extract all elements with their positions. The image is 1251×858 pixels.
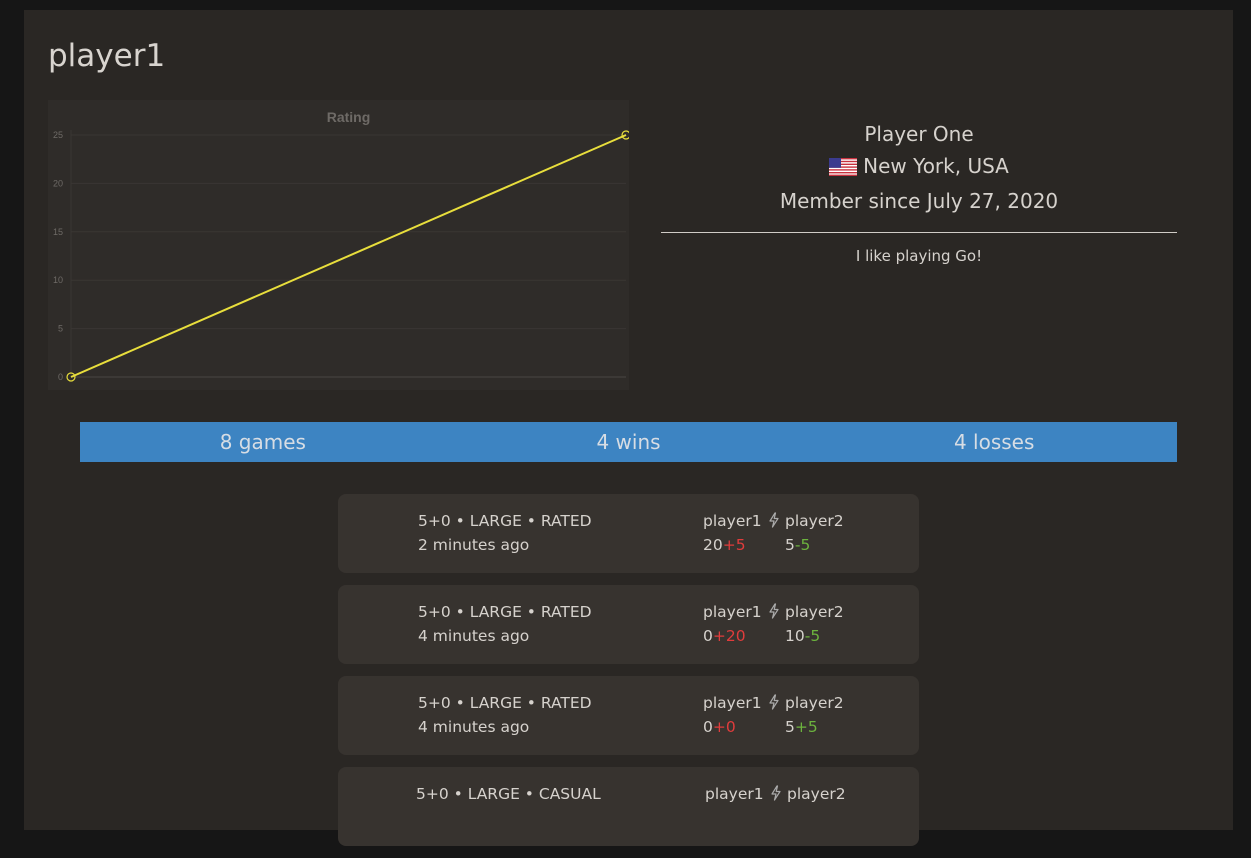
us-flag-icon [829, 153, 858, 185]
member-since: Member since July 27, 2020 [779, 189, 1059, 213]
stats-bar: 8 games 4 wins 4 losses [80, 422, 1177, 462]
game-settings: 5+0 • LARGE • RATED [418, 694, 592, 712]
player-two-rating: 5+5 [785, 715, 818, 739]
rating-delta: -5 [794, 536, 811, 554]
page-title: player1 [48, 38, 166, 74]
player-two-rating: 5-5 [785, 533, 810, 557]
lightning-bolt-icon [763, 691, 785, 715]
series-line [70, 134, 627, 378]
profile-info: Player One New York, USA Member since Ju… [661, 118, 1177, 265]
game-card[interactable]: 5+0 • LARGE • CASUAL player1 player2 [338, 767, 919, 846]
lightning-bolt-icon [765, 782, 787, 806]
rating-value: 5 [785, 536, 795, 554]
games-count: 8 games [219, 430, 306, 454]
player-one-rating: 0+0 [703, 715, 763, 739]
y-tick-label: 15 [53, 227, 63, 237]
game-settings: 5+0 • LARGE • RATED [418, 603, 592, 621]
rating-chart-svg: Rating 0 5 10 15 20 25 [53, 109, 629, 382]
rating-delta: +5 [722, 536, 746, 554]
game-settings: 5+0 • LARGE • RATED [418, 512, 592, 530]
game-meta: 5+0 • LARGE • CASUAL [416, 782, 601, 806]
location: New York, USA [661, 150, 1177, 185]
y-tick-label: 10 [53, 275, 63, 285]
game-time: 4 minutes ago [418, 718, 530, 736]
player-two-name: player2 [785, 603, 844, 621]
player-two-name: player2 [787, 785, 846, 803]
game-card[interactable]: 5+0 • LARGE • RATED 2 minutes ago player… [338, 494, 919, 573]
display-name: Player One [864, 122, 974, 146]
player-two-name: player2 [785, 512, 844, 530]
y-tick-label: 25 [53, 130, 63, 140]
game-meta: 5+0 • LARGE • RATED 4 minutes ago [418, 600, 592, 648]
player-one-rating: 0+20 [703, 624, 763, 648]
player-one-rating: 20+5 [703, 533, 763, 557]
rating-delta: +0 [712, 718, 736, 736]
player-one-name: player1 [703, 603, 762, 621]
game-time: 4 minutes ago [418, 627, 530, 645]
rating-value: 0 [703, 718, 713, 736]
lightning-bolt-icon [763, 600, 785, 624]
rating-value: 5 [785, 718, 795, 736]
game-players: player1 player2 0+20 10-5 [703, 600, 844, 648]
game-players: player1 player2 20+5 5-5 [703, 509, 844, 557]
game-players: player1 player2 0+0 5+5 [703, 691, 844, 739]
bio: I like playing Go! [855, 247, 983, 265]
rating-value: 20 [703, 536, 723, 554]
game-time: 2 minutes ago [418, 536, 530, 554]
rating-delta: +20 [712, 627, 746, 645]
rating-value: 10 [785, 627, 805, 645]
game-meta: 5+0 • LARGE • RATED 4 minutes ago [418, 691, 592, 739]
game-settings: 5+0 • LARGE • CASUAL [416, 785, 601, 803]
profile-panel: player1 Rating 0 5 10 15 20 25 Player One New … [24, 10, 1233, 846]
losses-count: 4 losses [953, 430, 1035, 454]
rating-chart: Rating 0 5 10 15 20 25 [48, 100, 629, 390]
player-one-name: player1 [705, 785, 764, 803]
rating-delta: -5 [804, 627, 821, 645]
location-text: New York, USA [863, 154, 1009, 178]
player-one-name: player1 [703, 694, 762, 712]
y-tick-label: 20 [53, 178, 63, 188]
chart-title: Rating [327, 109, 371, 125]
game-meta: 5+0 • LARGE • RATED 2 minutes ago [418, 509, 592, 557]
game-card[interactable]: 5+0 • LARGE • RATED 4 minutes ago player… [338, 585, 919, 664]
divider [661, 232, 1177, 233]
wins-count: 4 wins [596, 430, 661, 454]
game-card[interactable]: 5+0 • LARGE • RATED 4 minutes ago player… [338, 676, 919, 755]
y-tick-label: 5 [58, 324, 63, 334]
player-two-rating: 10-5 [785, 624, 820, 648]
game-players: player1 player2 [705, 782, 846, 806]
rating-value: 0 [703, 627, 713, 645]
player-one-name: player1 [703, 512, 762, 530]
rating-delta: +5 [794, 718, 818, 736]
y-tick-label: 0 [58, 372, 63, 382]
player-two-name: player2 [785, 694, 844, 712]
lightning-bolt-icon [763, 509, 785, 533]
game-list: 5+0 • LARGE • RATED 2 minutes ago player… [338, 494, 919, 858]
